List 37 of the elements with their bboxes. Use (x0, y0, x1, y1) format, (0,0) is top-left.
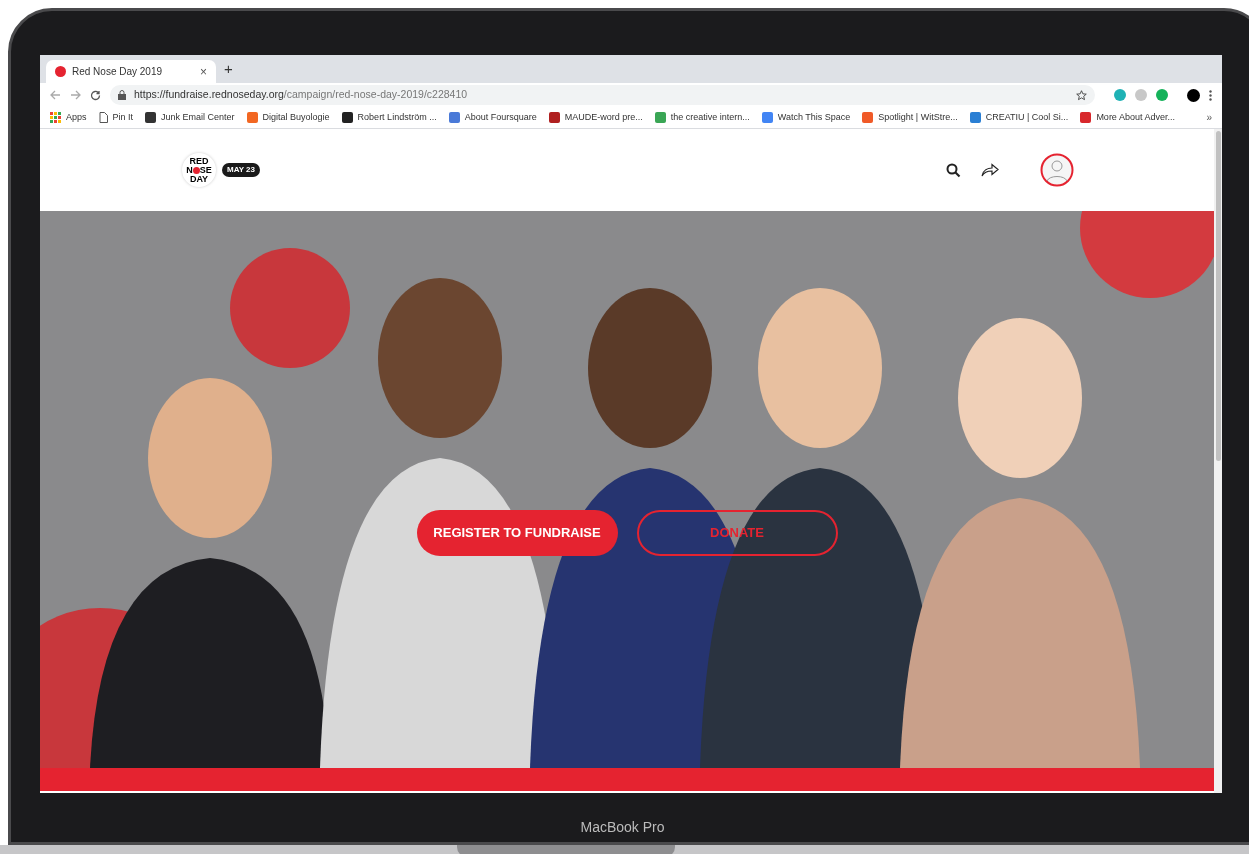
extension-icon[interactable] (1114, 89, 1126, 101)
menu-icon[interactable] (1209, 89, 1212, 101)
device-label: MacBook Pro (580, 818, 665, 837)
profile-avatar-icon[interactable] (1187, 88, 1200, 102)
tab-favicon-icon (55, 66, 66, 77)
apps-grid-icon (50, 112, 61, 123)
bookmark-item[interactable]: Spotlight | WitStre... (862, 110, 958, 125)
url-text: https://fundraise.rednoseday.org/campaign/red-nose-day-2019/c228410 (134, 87, 469, 103)
browser-tab[interactable]: Red Nose Day 2019 × (46, 60, 216, 83)
address-bar[interactable]: https://fundraise.rednoseday.org/campaign/red-nose-day-2019/c228410 (110, 85, 1095, 105)
bookmark-item[interactable]: Watch This Space (761, 110, 851, 125)
date-badge: MAY 23 (222, 163, 261, 177)
logo[interactable]: RED N SE DAY (182, 153, 216, 187)
star-icon[interactable] (1076, 89, 1087, 101)
bookmarks-overflow-button[interactable]: » (1206, 110, 1212, 125)
close-tab-button[interactable]: × (200, 62, 207, 81)
new-tab-button[interactable]: + (224, 57, 233, 80)
page-icon (98, 112, 108, 123)
bookmark-item[interactable]: the creative intern... (654, 110, 750, 125)
scrollbar[interactable] (1214, 129, 1222, 793)
user-avatar-icon[interactable] (1040, 153, 1074, 187)
bookmark-item[interactable]: More About Adver... (1080, 110, 1175, 125)
extension-icon[interactable] (1156, 89, 1168, 101)
tab-title: Red Nose Day 2019 (72, 65, 164, 79)
register-button[interactable]: REGISTER TO FUNDRAISE (416, 509, 618, 556)
reload-icon[interactable] (90, 89, 101, 101)
bookmark-item[interactable]: About Foursquare (448, 110, 537, 125)
bookmark-item[interactable]: MAUDE-word pre... (548, 110, 643, 125)
bookmark-item[interactable]: Apps (50, 110, 87, 125)
bookmark-item[interactable]: CREATIU | Cool Si... (969, 110, 1069, 125)
share-icon[interactable] (981, 163, 999, 177)
bookmark-item[interactable]: Junk Email Center (145, 110, 235, 125)
lock-icon (118, 90, 126, 100)
bookmark-item[interactable]: Pin It (98, 110, 134, 125)
bookmark-item[interactable]: Digital Buyologie (246, 110, 330, 125)
search-icon[interactable] (946, 162, 961, 178)
bookmark-item[interactable]: Robert Lindström ... (341, 110, 437, 125)
